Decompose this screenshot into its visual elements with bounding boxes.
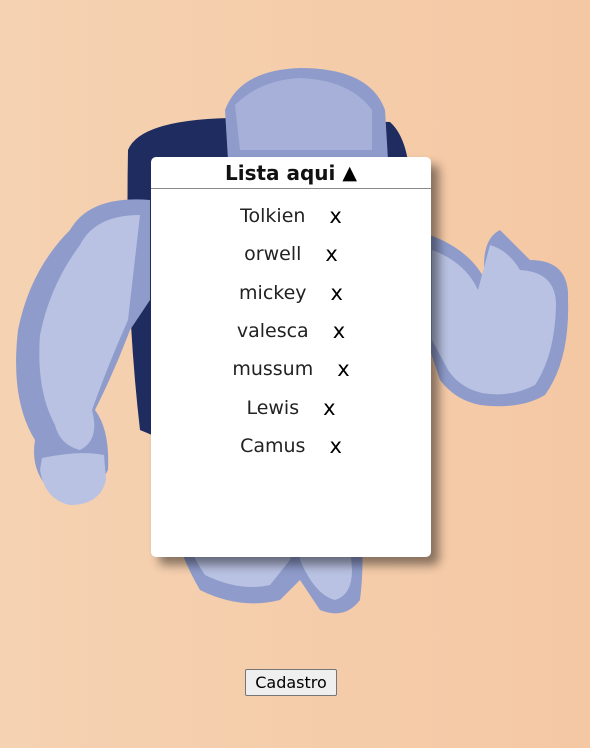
- list-item: Lewis x: [151, 388, 431, 426]
- item-name: mickey: [239, 281, 307, 304]
- item-name: Tolkien: [240, 205, 306, 228]
- item-name: Camus: [240, 434, 306, 457]
- remove-x-icon[interactable]: x: [323, 396, 335, 420]
- item-name: valesca: [236, 320, 309, 343]
- list-item: mussum x: [151, 350, 431, 388]
- remove-x-icon[interactable]: x: [329, 434, 341, 458]
- item-name: mussum: [232, 358, 314, 381]
- item-name: Lewis: [246, 396, 300, 419]
- list-item: Tolkien x: [151, 197, 431, 235]
- cadastro-button[interactable]: Cadastro: [245, 669, 337, 696]
- remove-x-icon[interactable]: x: [333, 319, 345, 343]
- remove-x-icon[interactable]: x: [331, 281, 343, 305]
- list-title: Lista aqui: [224, 160, 336, 185]
- remove-x-icon[interactable]: x: [337, 357, 349, 381]
- remove-x-icon[interactable]: x: [329, 204, 341, 228]
- list-panel: Lista aqui ▲ Tolkien x orwell x mickey x…: [151, 157, 431, 557]
- remove-x-icon[interactable]: x: [325, 242, 337, 266]
- list-item: mickey x: [151, 274, 431, 312]
- triangle-up-icon[interactable]: ▲: [342, 162, 357, 184]
- list-item: Camus x: [151, 427, 431, 465]
- name-list: Tolkien x orwell x mickey x valesca x mu…: [151, 197, 431, 465]
- list-header[interactable]: Lista aqui ▲: [151, 157, 431, 189]
- item-name: orwell: [244, 243, 302, 266]
- list-item: valesca x: [151, 312, 431, 350]
- list-item: orwell x: [151, 235, 431, 273]
